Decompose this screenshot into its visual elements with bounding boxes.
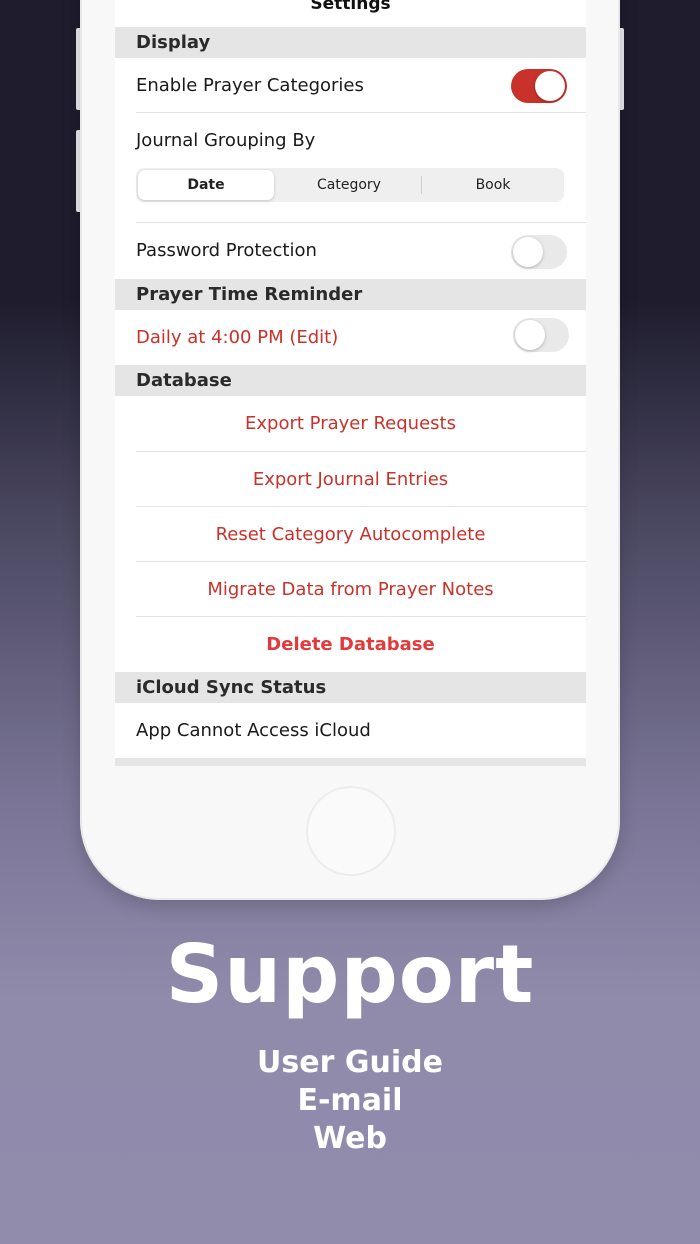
delete-database-button[interactable]: Delete Database xyxy=(115,617,586,672)
export-journal-entries-button[interactable]: Export Journal Entries xyxy=(115,452,586,507)
password-protection-label: Password Protection xyxy=(136,240,317,261)
promo-item-web: Web xyxy=(313,1121,387,1156)
icloud-status-row: App Cannot Access iCloud xyxy=(115,703,586,758)
segment-category[interactable]: Category xyxy=(278,170,420,200)
journal-grouping-label: Journal Grouping By xyxy=(136,130,316,151)
toggle-knob xyxy=(513,237,543,267)
journal-grouping-segmented-control: Date Category Book xyxy=(136,168,564,202)
page-title: Settings xyxy=(310,0,391,14)
home-button xyxy=(306,786,396,876)
reminder-label: Daily at 4:00 PM (Edit) xyxy=(136,327,339,348)
reset-category-autocomplete-button[interactable]: Reset Category Autocomplete xyxy=(115,507,586,562)
section-header-reminder: Prayer Time Reminder xyxy=(115,279,586,310)
icloud-status-label: App Cannot Access iCloud xyxy=(136,720,371,741)
toggle-knob xyxy=(535,71,565,101)
segment-separator xyxy=(421,176,422,194)
segment-book[interactable]: Book xyxy=(424,170,562,200)
promo-title: Support xyxy=(165,928,535,1021)
section-header-database: Database xyxy=(115,365,586,396)
password-protection-toggle[interactable] xyxy=(511,235,567,269)
segment-date[interactable]: Date xyxy=(138,170,274,200)
section-footer xyxy=(115,758,586,766)
section-header-display: Display xyxy=(115,27,586,58)
promo-item-user-guide: User Guide xyxy=(257,1045,443,1080)
promo-item-email: E-mail xyxy=(297,1083,403,1118)
settings-screen: Settings Display Enable Prayer Categorie… xyxy=(115,0,586,766)
enable-categories-label: Enable Prayer Categories xyxy=(136,75,364,96)
reminder-toggle[interactable] xyxy=(513,318,569,352)
toggle-knob xyxy=(515,320,545,350)
enable-categories-toggle[interactable] xyxy=(511,69,567,103)
migrate-data-button[interactable]: Migrate Data from Prayer Notes xyxy=(115,562,586,617)
journal-grouping-row: Journal Grouping By xyxy=(115,113,586,168)
export-prayer-requests-button[interactable]: Export Prayer Requests xyxy=(115,396,586,451)
section-header-icloud: iCloud Sync Status xyxy=(115,672,586,703)
promo-list: User Guide E-mail Web xyxy=(0,1044,700,1158)
